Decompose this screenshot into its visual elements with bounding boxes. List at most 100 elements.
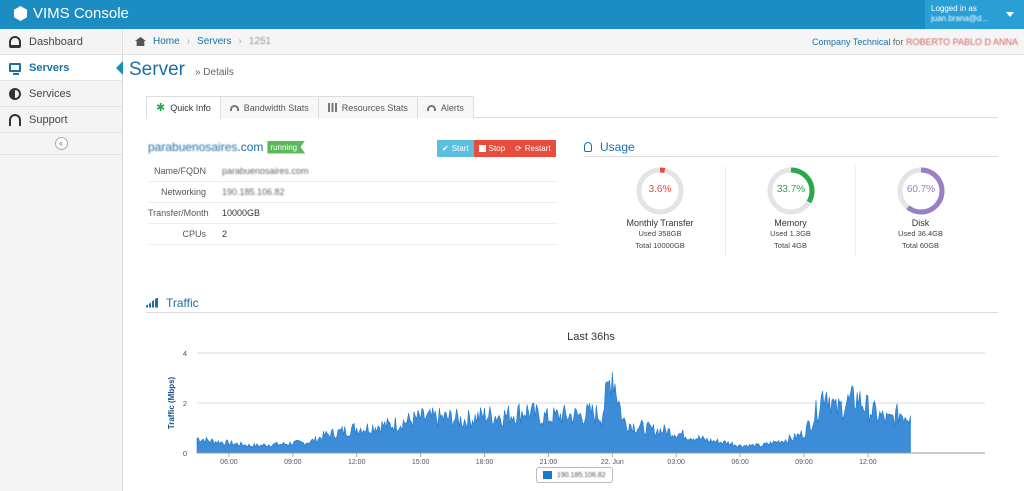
start-button[interactable]: ✔ Start [437, 140, 474, 157]
gauge-memory: 33.7% Memory Used 1.3GB Total 4GB [725, 166, 855, 256]
sidebar-item-label: Services [29, 87, 72, 100]
gauge-total: Total 60GB [901, 241, 940, 250]
top-bar: VIMS Console Logged in as juan.brana@d..… [0, 0, 1024, 29]
start-label: Start [451, 144, 469, 153]
gauge-label: Disk [911, 218, 930, 228]
gauge-disk: 60.7% Disk Used 36.4GB Total 60GB [855, 166, 985, 256]
brand[interactable]: VIMS Console [14, 5, 129, 22]
detail-row-cpus: CPUs 2 [148, 224, 558, 245]
tab-quick-info[interactable]: ✱ Quick Info [146, 96, 221, 119]
tab-resources-stats[interactable]: Resources Stats [317, 96, 418, 118]
logo-hexagon-icon [14, 6, 27, 21]
sidebar-item-servers[interactable]: Servers [0, 55, 123, 81]
detail-value: parabuenosaires.com [222, 166, 309, 176]
chart-legend[interactable]: 190.185.106.82 [536, 467, 613, 483]
breadcrumb-home[interactable]: Home [153, 36, 180, 47]
collapse-sidebar-button[interactable]: « [54, 137, 68, 150]
y-tick-label: 2 [183, 399, 187, 408]
usage-title: Usage [600, 139, 635, 154]
breadcrumb-separator: › [238, 36, 242, 47]
gauge-monthly-transfer: 3.6% Monthly Transfer Used 358GB Total 1… [595, 166, 725, 256]
x-tick-label: 18:00 [476, 459, 494, 466]
breadcrumb: Home › Servers › 1251 [135, 36, 271, 47]
user-menu[interactable]: Logged in as juan.brana@d... [925, 0, 1024, 29]
x-tick-label: 09:00 [795, 459, 813, 466]
server-heading: parabuenosaires.com running [148, 140, 306, 154]
y-tick-label: 0 [183, 449, 187, 458]
restart-button[interactable]: ⟳ Restart [510, 140, 556, 157]
sidebar-item-dashboard[interactable]: Dashboard [0, 29, 122, 55]
tab-bandwidth-stats[interactable]: Bandwidth Stats [219, 96, 319, 118]
bar-chart-icon [327, 103, 337, 112]
tab-label: Quick Info [170, 103, 211, 113]
server-details: Name/FQDN parabuenosaires.com Networking… [148, 161, 558, 245]
x-tick-label: 12:00 [348, 459, 366, 466]
breadcrumb-servers[interactable]: Servers [197, 36, 231, 47]
usage-gauges: 3.6% Monthly Transfer Used 358GB Total 1… [595, 166, 985, 256]
gauge-label: Monthly Transfer [626, 218, 694, 228]
gauge-used: Used 358GB [638, 229, 682, 238]
server-name-prefix: parabuenosaires [148, 140, 238, 154]
gauge-used: Used 36.4GB [897, 229, 944, 238]
gauge-icon [229, 104, 239, 111]
chart-title: Last 36hs [567, 331, 615, 343]
tab-bar: ✱ Quick Info Bandwidth Stats Resources S… [146, 96, 998, 119]
headphones-icon [9, 113, 21, 126]
tab-label: Resources Stats [341, 102, 408, 113]
x-tick-label: 15:00 [412, 459, 430, 466]
traffic-title: Traffic [166, 295, 199, 310]
sidebar: Dashboard Servers Services Support « [0, 29, 123, 491]
breadcrumb-separator: › [186, 36, 191, 47]
app-title: VIMS Console [33, 5, 129, 22]
legend-swatch [543, 471, 552, 479]
tab-alerts[interactable]: Alerts [416, 96, 474, 118]
signal-bars-icon [146, 297, 158, 308]
breadcrumb-server-id: 1251 [248, 36, 272, 47]
server-name-suffix: .com [237, 140, 264, 154]
stop-square-icon [478, 145, 486, 152]
restart-label: Restart [524, 144, 551, 153]
x-tick-label: 22. Jun [601, 459, 624, 466]
traffic-chart: Last 36hs Traffic (Mbps) 0 2 4 06:00 09:00 12:0… [167, 331, 985, 466]
detail-row-transfer: Transfer/Month 10000GB [148, 203, 558, 224]
asterisk-icon: ✱ [156, 101, 166, 114]
x-tick-label: 06:00 [220, 459, 238, 466]
x-tick-label: 03:00 [667, 459, 685, 466]
gauge-used: Used 1.3GB [770, 229, 811, 238]
caret-down-icon [1006, 12, 1014, 17]
tab-label: Alerts [440, 102, 464, 113]
sidebar-item-services[interactable]: Services [0, 81, 122, 107]
stop-button[interactable]: Stop [473, 140, 511, 157]
check-icon: ✔ [442, 144, 449, 153]
sidebar-item-label: Dashboard [29, 35, 83, 48]
detail-value: 190.185.106.82 [222, 187, 285, 197]
detail-key: Name/FQDN [153, 166, 206, 176]
page-title: Server [129, 59, 185, 80]
x-tick-label: 12:00 [859, 459, 877, 466]
sidebar-collapse-row: « [0, 133, 122, 155]
dashboard-gauge-icon [9, 35, 21, 48]
gauge-total: Total 4GB [774, 241, 807, 250]
sidebar-item-support[interactable]: Support [0, 107, 122, 133]
monitor-icon [9, 63, 21, 75]
company-info: Company Technical for ROBERTO PABLO D AN… [812, 37, 1018, 47]
home-icon[interactable] [135, 37, 146, 46]
status-badge: running [267, 140, 306, 154]
detail-value: 10000GB [222, 208, 261, 218]
user-email: juan.brana@d... [931, 14, 989, 23]
x-tick-label: 09:00 [284, 459, 302, 466]
x-tick-label: 21:00 [540, 459, 558, 466]
company-customer: ROBERTO PABLO D ANNA [905, 37, 1018, 47]
contrast-icon [9, 87, 21, 100]
gauge-total: Total 10000GB [635, 241, 685, 250]
x-tick-label: 06:00 [731, 459, 749, 466]
gauge-icon [426, 104, 436, 111]
server-name: parabuenosaires.com [148, 140, 263, 154]
breadcrumb-bar: Home › Servers › 1251 Company Technical … [123, 29, 1024, 55]
page-header: Server » Details [129, 59, 234, 81]
traffic-header: Traffic [146, 293, 998, 313]
sidebar-item-label: Support [29, 113, 68, 126]
gauge-percent: 3.6% [648, 184, 672, 195]
company-name[interactable]: Company Technical [812, 37, 890, 47]
company-for: for [892, 37, 904, 47]
